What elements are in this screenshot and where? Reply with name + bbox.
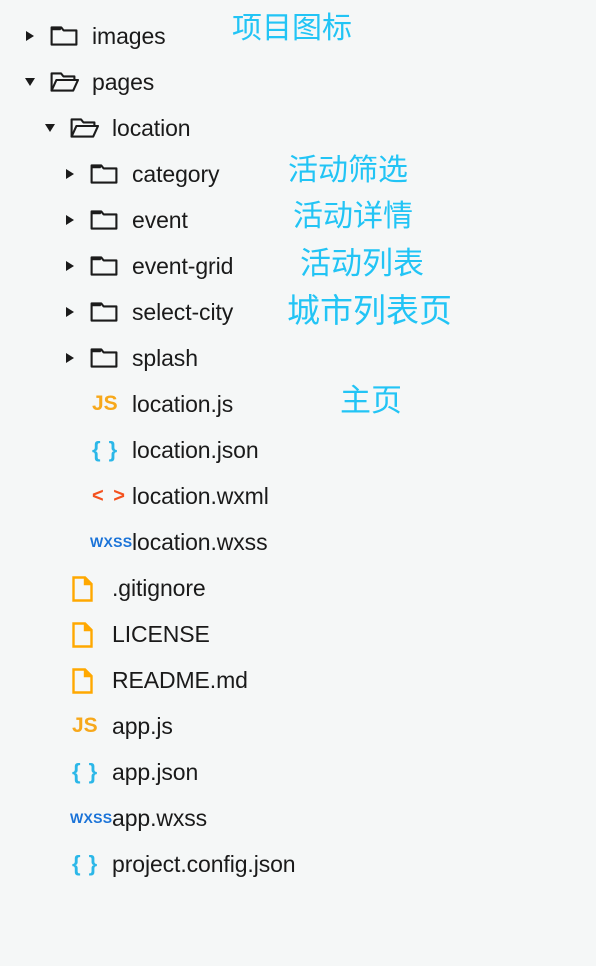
file-name-label: location.js <box>132 391 234 417</box>
folder-closed-icon <box>50 22 80 50</box>
wxss-file-icon: WXSS <box>90 534 133 550</box>
chevron-right-icon[interactable] <box>62 304 78 320</box>
annotation-label: 活动列表 <box>300 246 424 281</box>
folder-name-label: location <box>112 115 191 141</box>
chevron-right-icon[interactable] <box>22 28 38 44</box>
chevron-right-icon[interactable] <box>62 212 78 228</box>
json-file-icon: { } <box>72 851 99 876</box>
folder-open-icon <box>50 68 80 96</box>
folder-closed-icon <box>90 344 120 372</box>
file-name-label: app.js <box>112 713 173 739</box>
tree-file-row[interactable]: WXSS location.wxss <box>0 519 596 565</box>
chevron-right-icon[interactable] <box>62 166 78 182</box>
generic-file-icon <box>72 575 102 603</box>
annotation-label: 活动详情 <box>293 200 413 233</box>
chevron-down-icon[interactable] <box>42 120 58 136</box>
js-file-icon: JS <box>92 392 118 415</box>
tree-folder-row[interactable]: pages <box>0 59 596 105</box>
file-name-label: location.json <box>132 437 259 463</box>
tree-folder-row[interactable]: location <box>0 105 596 151</box>
tree-file-row[interactable]: < > location.wxml <box>0 473 596 519</box>
folder-closed-icon <box>90 252 120 280</box>
tree-file-row[interactable]: JS location.js <box>0 381 596 427</box>
tree-file-row[interactable]: WXSS app.wxss <box>0 795 596 841</box>
folder-closed-icon <box>90 160 120 188</box>
wxss-file-icon: WXSS <box>70 810 113 826</box>
annotation-label: 城市列表页 <box>287 292 452 329</box>
folder-name-label: splash <box>132 345 198 371</box>
file-name-label: app.json <box>112 759 199 785</box>
folder-open-icon <box>70 114 100 142</box>
tree-file-row[interactable]: LICENSE <box>0 611 596 657</box>
folder-name-label: event-grid <box>132 253 234 279</box>
folder-closed-icon <box>90 206 120 234</box>
file-name-label: location.wxml <box>132 483 269 509</box>
file-name-label: location.wxss <box>132 529 268 555</box>
file-name-label: project.config.json <box>112 851 296 877</box>
tree-file-row[interactable]: { } project.config.json <box>0 841 596 887</box>
folder-name-label: event <box>132 207 188 233</box>
json-file-icon: { } <box>92 437 119 462</box>
folder-name-label: images <box>92 23 166 49</box>
folder-name-label: select-city <box>132 299 234 325</box>
folder-name-label: category <box>132 161 220 187</box>
file-name-label: README.md <box>112 667 248 693</box>
generic-file-icon <box>72 621 102 649</box>
file-name-label: app.wxss <box>112 805 208 831</box>
chevron-right-icon[interactable] <box>62 258 78 274</box>
tree-folder-row[interactable]: splash <box>0 335 596 381</box>
chevron-right-icon[interactable] <box>62 350 78 366</box>
annotation-label: 项目图标 <box>232 12 352 45</box>
js-file-icon: JS <box>72 714 98 737</box>
tree-file-row[interactable]: { } app.json <box>0 749 596 795</box>
annotation-label: 主页 <box>340 383 402 418</box>
tree-file-row[interactable]: .gitignore <box>0 565 596 611</box>
file-name-label: .gitignore <box>112 575 206 601</box>
wxml-file-icon: < > <box>92 485 127 507</box>
generic-file-icon <box>72 667 102 695</box>
tree-file-row[interactable]: README.md <box>0 657 596 703</box>
file-name-label: LICENSE <box>112 621 210 647</box>
tree-file-row[interactable]: { } location.json <box>0 427 596 473</box>
annotation-label: 活动筛选 <box>288 154 408 187</box>
folder-closed-icon <box>90 298 120 326</box>
tree-folder-row[interactable]: event-grid <box>0 243 596 289</box>
tree-file-row[interactable]: JS app.js <box>0 703 596 749</box>
json-file-icon: { } <box>72 759 99 784</box>
folder-name-label: pages <box>92 69 155 95</box>
chevron-down-icon[interactable] <box>22 74 38 90</box>
